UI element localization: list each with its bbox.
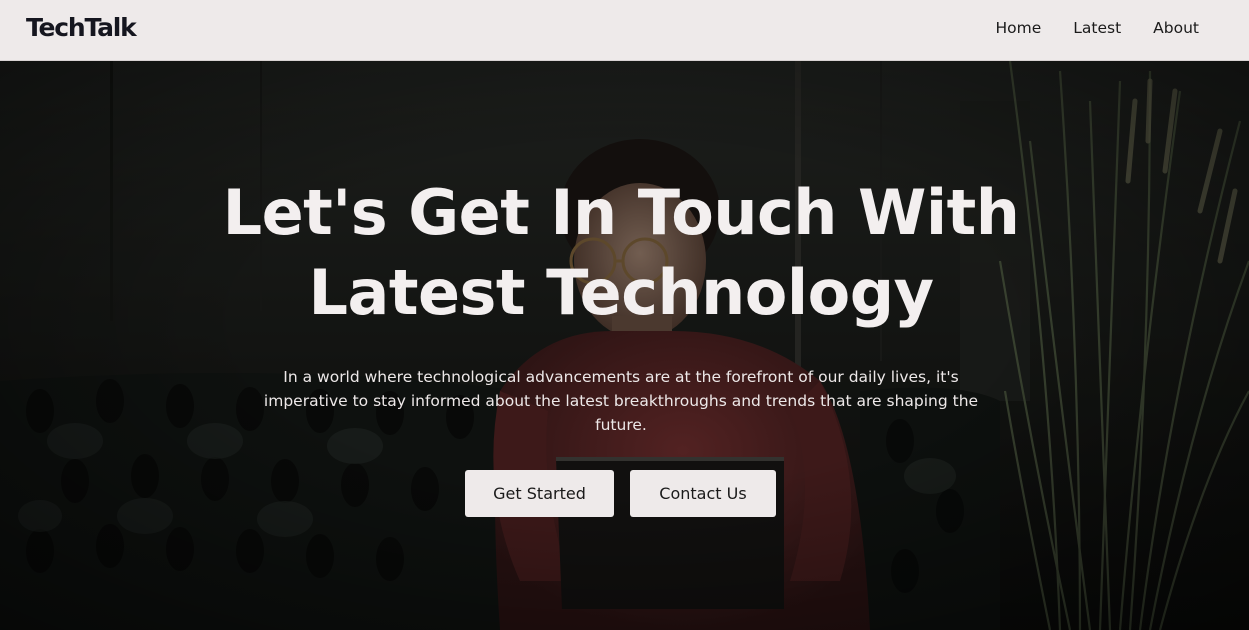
hero-section: Let's Get In Touch With Latest Technolog… <box>0 61 1249 630</box>
brand-logo[interactable]: TechTalk <box>26 12 137 44</box>
nav-link-latest[interactable]: Latest <box>1073 18 1121 38</box>
contact-us-button[interactable]: Contact Us <box>630 470 776 517</box>
nav-link-about[interactable]: About <box>1153 18 1199 38</box>
nav-links: Home Latest About <box>995 18 1199 38</box>
hero-description: In a world where technological advanceme… <box>263 368 979 434</box>
nav-link-home[interactable]: Home <box>995 18 1041 38</box>
hero-content: Let's Get In Touch With Latest Technolog… <box>0 61 1249 630</box>
navbar: TechTalk Home Latest About <box>0 0 1249 61</box>
hero-headline-line1: Let's Get In Touch With <box>222 176 1020 249</box>
hero-headline: Let's Get In Touch With Latest Technolog… <box>0 173 1242 333</box>
get-started-button[interactable]: Get Started <box>465 470 614 517</box>
hero-headline-line2: Latest Technology <box>308 256 934 329</box>
